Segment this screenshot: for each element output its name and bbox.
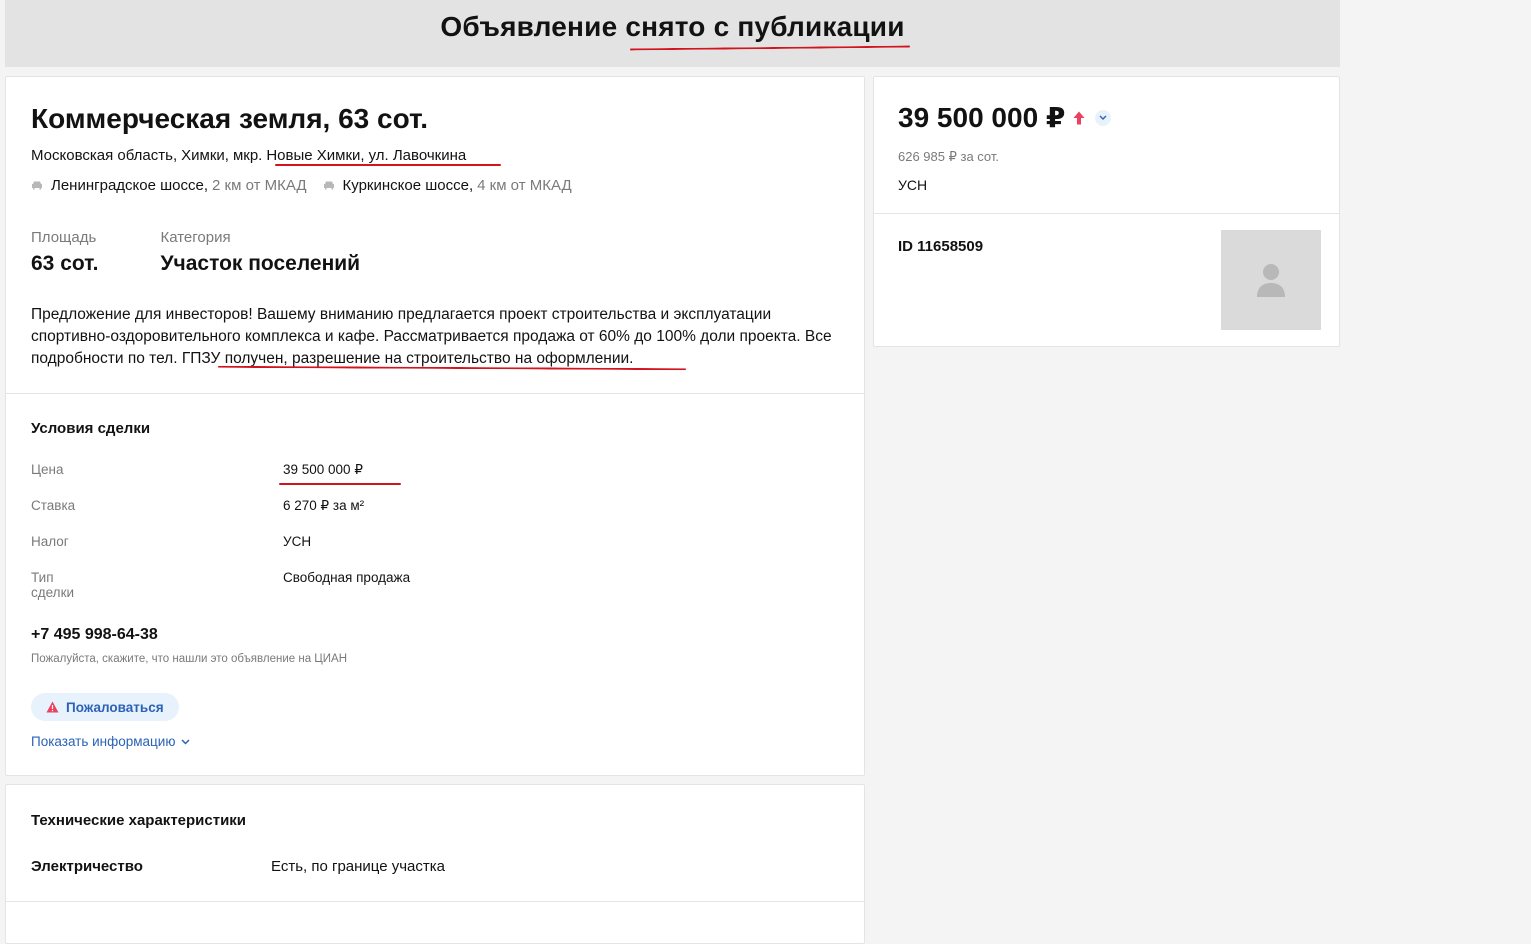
price-value: 39 500 000 ₽: [898, 102, 1066, 133]
address-city[interactable]: Химки,: [181, 147, 229, 164]
address-district[interactable]: Новые Химки,: [266, 147, 364, 164]
term-label: Тип сделки: [31, 570, 75, 600]
term-value: УСН: [283, 534, 312, 549]
term-label: Налог: [31, 534, 69, 549]
highway-name[interactable]: Куркинское шоссе,: [343, 177, 474, 194]
highway-distance: 4 км от МКАД: [477, 177, 572, 194]
car-icon: [31, 181, 43, 190]
highway-item: Ленинградское шоссе, 2 км от МКАД: [31, 177, 307, 194]
price-card: 39 500 000 ₽ 626 985 ₽ за сот. УСН ID 11…: [873, 76, 1340, 347]
tech-value: Есть, по границе участка: [271, 858, 446, 875]
price-up-icon[interactable]: [1073, 111, 1085, 125]
term-label: Цена: [31, 462, 64, 477]
offer-description: Предложение для инвесторов! Вашему внима…: [31, 306, 832, 367]
warning-icon: [46, 701, 59, 713]
address-region[interactable]: Московская область,: [31, 147, 177, 164]
highways: Ленинградское шоссе, 2 км от МКАД Куркин…: [31, 177, 572, 194]
unpublished-banner: Объявление снято с публикации: [5, 0, 1340, 67]
tech-card: Технические характеристики Электричество…: [5, 784, 865, 944]
divider: [6, 393, 864, 394]
highway-item: Куркинское шоссе, 4 км от МКАД: [323, 177, 572, 194]
price-history-toggle[interactable]: [1095, 109, 1112, 126]
key-facts: Площадь 63 сот. Категория Участок поселе…: [31, 229, 360, 276]
address-district-type: мкр.: [232, 147, 263, 164]
phone-number[interactable]: +7 495 998-64-38: [31, 626, 158, 644]
offer-card: Коммерческая земля, 63 сот. Московская о…: [5, 76, 865, 776]
complain-button[interactable]: Пожаловаться: [31, 693, 179, 721]
fact-category: Категория Участок поселений: [160, 229, 360, 276]
fact-value: Участок поселений: [160, 252, 361, 275]
price-per-sot: 626 985 ₽ за сот.: [898, 149, 1000, 164]
tech-title: Технические характеристики: [31, 812, 247, 829]
offer-title: Коммерческая земля, 63 сот.: [31, 103, 429, 134]
avatar[interactable]: [1221, 230, 1321, 330]
offer-id: ID 11658509: [898, 238, 984, 255]
annotation-underline: [275, 164, 501, 166]
fact-area: Площадь 63 сот.: [31, 229, 98, 276]
highway-name[interactable]: Ленинградское шоссе,: [51, 177, 208, 194]
chevron-down-icon: [1099, 115, 1107, 120]
fact-label: Площадь: [31, 229, 97, 246]
show-info-link[interactable]: Показать информацию: [31, 734, 190, 749]
highway-distance: 2 км от МКАД: [212, 177, 307, 194]
deal-terms-title: Условия сделки: [31, 420, 151, 437]
complain-label: Пожаловаться: [66, 699, 164, 715]
tech-label: Электричество: [31, 858, 143, 875]
car-icon: [323, 181, 335, 190]
price: 39 500 000 ₽: [898, 101, 1112, 134]
address: Московская область, Химки, мкр. Новые Химки…: [31, 147, 470, 164]
banner-title: Объявление снято с публикации: [440, 11, 905, 42]
fact-label: Категория: [160, 229, 231, 246]
term-value: 39 500 000 ₽: [283, 462, 363, 477]
term-value: 6 270 ₽ за м²: [283, 498, 365, 513]
annotation-underline: [279, 483, 401, 485]
chevron-down-icon: [181, 738, 190, 745]
term-value: Свободная продажа: [283, 570, 411, 585]
address-street[interactable]: ул. Лавочкина: [369, 147, 467, 164]
fact-value: 63 сот.: [31, 252, 99, 275]
show-info-label: Показать информацию: [31, 734, 176, 749]
term-label: Ставка: [31, 498, 76, 513]
phone-hint: Пожалуйста, скажите, что нашли это объяв…: [31, 653, 348, 665]
user-placeholder-icon: [1257, 264, 1285, 297]
tax-type: УСН: [898, 177, 928, 193]
divider: [6, 901, 864, 902]
divider: [874, 213, 1339, 214]
